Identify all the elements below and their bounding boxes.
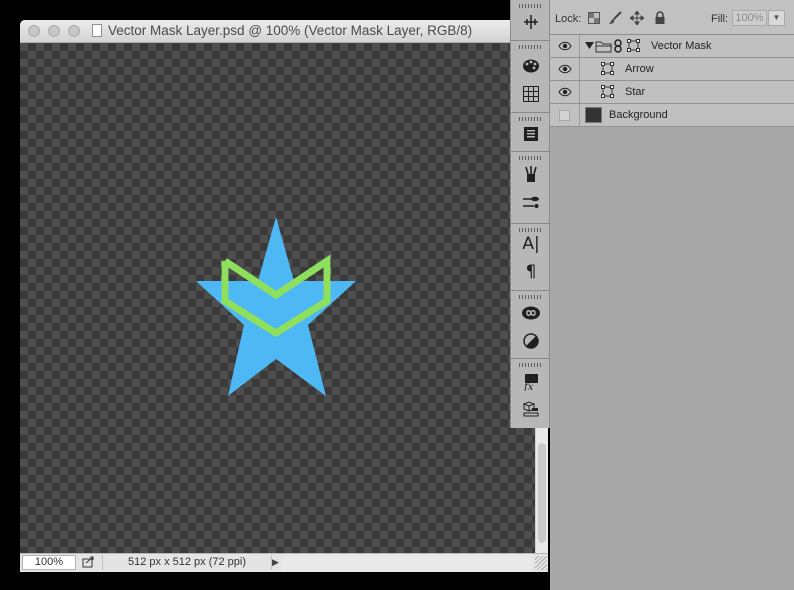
layers-panel: Lock: Fill: 100% ▼ Vector Mask Arrow Sta… (550, 0, 794, 590)
document-size: 512 px x 512 px (72 ppi) (102, 555, 272, 570)
star-shape[interactable] (196, 217, 356, 396)
separator (511, 112, 549, 113)
visibility-toggle[interactable] (550, 58, 580, 80)
grip-handle[interactable] (519, 117, 541, 121)
visibility-toggle[interactable] (550, 81, 580, 103)
scrollbar-thumb[interactable] (538, 443, 546, 543)
fill-label: Fill: (711, 13, 729, 25)
color-palette-icon[interactable] (521, 56, 541, 76)
layer-row-background[interactable]: Background (550, 104, 794, 127)
hidden-visibility-box (559, 109, 570, 121)
lock-position-icon[interactable] (630, 11, 644, 25)
layer-row-star[interactable]: Star (550, 81, 794, 104)
lock-brush-icon[interactable] (608, 11, 622, 25)
libraries-icon[interactable] (521, 303, 541, 323)
lock-all-icon[interactable] (653, 11, 667, 25)
paragraph-glyph: ¶ (525, 262, 537, 282)
lock-label: Lock: (555, 13, 582, 25)
layer-row-arrow[interactable]: Arrow (550, 58, 794, 81)
layer-comps-icon[interactable] (521, 399, 541, 419)
lock-transparent-icon[interactable] (587, 11, 601, 25)
minimize-icon[interactable] (48, 25, 60, 37)
grip-handle[interactable] (519, 228, 541, 232)
grip-handle[interactable] (519, 156, 541, 160)
shape-layer-icon (601, 62, 614, 75)
swatches-icon[interactable] (521, 84, 541, 104)
separator (511, 40, 549, 41)
visibility-toggle[interactable] (550, 104, 580, 126)
zoom-field[interactable]: 100% (22, 555, 76, 570)
chevron-down-icon[interactable]: ▼ (768, 10, 785, 26)
export-icon[interactable] (82, 556, 96, 569)
styles-glyph: fx (523, 382, 534, 391)
status-bar: 100% 512 px x 512 px (72 ppi) ▶ (20, 553, 548, 572)
layer-row-vector-mask[interactable]: Vector Mask (550, 35, 794, 58)
layer-name: Vector Mask (651, 40, 712, 52)
title-bar[interactable]: Vector Mask Layer.psd @ 100% (Vector Mas… (20, 20, 548, 43)
separator (511, 358, 549, 359)
eye-icon (557, 87, 572, 97)
eye-icon (557, 41, 572, 51)
separator (511, 223, 549, 224)
grip-handle[interactable] (519, 45, 541, 49)
layer-name: Star (625, 86, 646, 98)
horizontal-scrollbar[interactable] (282, 554, 532, 572)
separator (511, 290, 549, 291)
vector-mask-icon[interactable] (627, 39, 640, 52)
measure-icon[interactable] (521, 12, 541, 32)
layer-name: Arrow (625, 63, 654, 75)
layer-name: Background (609, 109, 668, 121)
lock-bar: Lock: Fill: 100% ▼ (550, 0, 794, 35)
styles-icon[interactable]: fx (521, 372, 541, 392)
separator (511, 151, 549, 152)
visibility-toggle[interactable] (550, 35, 580, 57)
canvas[interactable] (20, 43, 535, 553)
document-icon (92, 24, 102, 37)
grip-handle[interactable] (519, 363, 541, 367)
brushes-icon[interactable] (521, 164, 541, 184)
layer-thumbnail (585, 107, 602, 123)
character-glyph: A| (522, 234, 540, 254)
folder-icon (595, 40, 613, 53)
triangle-down-icon[interactable] (585, 42, 594, 49)
zoom-icon[interactable] (68, 25, 80, 37)
fill-input[interactable]: 100% (732, 10, 767, 26)
triangle-right-icon[interactable]: ▶ (272, 556, 279, 569)
paragraph-icon[interactable]: ¶ (521, 262, 541, 282)
eye-icon (557, 64, 572, 74)
character-icon[interactable]: A| (521, 234, 541, 254)
link-icon[interactable] (614, 39, 622, 53)
panel-icon-strip: A| ¶ fx (510, 0, 550, 428)
grip-handle[interactable] (519, 295, 541, 299)
document-window: Vector Mask Layer.psd @ 100% (Vector Mas… (20, 20, 548, 572)
adjustments-icon[interactable] (521, 331, 541, 351)
properties-icon[interactable] (521, 124, 541, 144)
resize-grip[interactable] (535, 556, 547, 570)
close-icon[interactable] (28, 25, 40, 37)
document-title: Vector Mask Layer.psd @ 100% (Vector Mas… (108, 23, 473, 38)
brush-presets-icon[interactable] (521, 193, 541, 213)
shape-layer-icon (601, 85, 614, 98)
grip-handle[interactable] (519, 4, 541, 8)
